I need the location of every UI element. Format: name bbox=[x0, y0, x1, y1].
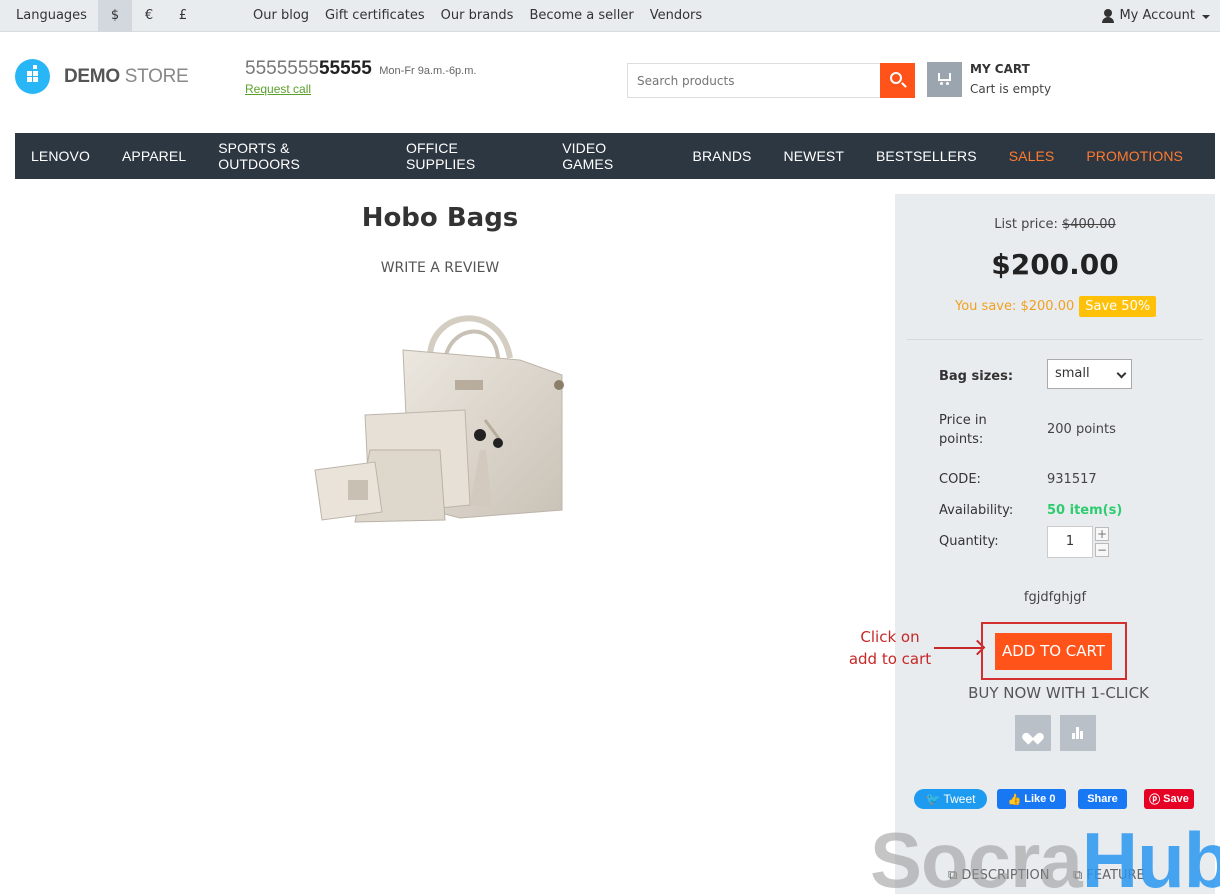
phone-block: 555555555555 Mon-Fr 9a.m.-6p.m. Request … bbox=[245, 58, 476, 96]
nav-newest[interactable]: NEWEST bbox=[783, 148, 844, 164]
working-hours: Mon-Fr 9a.m.-6p.m. bbox=[379, 65, 477, 77]
compare-button[interactable] bbox=[1060, 715, 1096, 751]
nav-sales[interactable]: SALES bbox=[1009, 148, 1055, 164]
cart-status: Cart is empty bbox=[970, 82, 1052, 96]
nav-sports-outdoors[interactable]: SPORTS & OUTDOORS bbox=[218, 140, 374, 172]
nav-office-supplies[interactable]: OFFICE SUPPLIES bbox=[406, 140, 530, 172]
annotation-arrow-icon bbox=[934, 647, 982, 649]
top-bar: Languages $ € £ Our blog Gift certificat… bbox=[0, 0, 1220, 32]
code-label: CODE: bbox=[939, 472, 981, 487]
cart-title: MY CART bbox=[970, 62, 1030, 76]
annotation-text: Click on add to cart bbox=[848, 628, 932, 668]
buy-one-click-link[interactable]: BUY NOW WITH 1-CLICK bbox=[895, 684, 1220, 702]
nav-bestsellers[interactable]: BESTSELLERS bbox=[876, 148, 977, 164]
facebook-like-button[interactable]: 👍 Like 0 bbox=[997, 789, 1066, 809]
product-title: Hobo Bags bbox=[361, 203, 519, 233]
user-icon bbox=[1101, 8, 1115, 23]
product-note: fgjdfghjgf bbox=[1023, 590, 1087, 605]
heart-icon bbox=[1026, 728, 1040, 738]
write-review-link[interactable]: WRITE A REVIEW bbox=[0, 260, 880, 276]
quantity-input[interactable]: 1 bbox=[1047, 526, 1093, 558]
wishlist-button[interactable] bbox=[1015, 715, 1051, 751]
size-label: Bag sizes: bbox=[939, 369, 1014, 384]
search-icon bbox=[890, 72, 902, 84]
phone-number: 555555555555 bbox=[245, 58, 372, 79]
quantity-increase-button[interactable]: + bbox=[1095, 527, 1109, 541]
product-image[interactable] bbox=[300, 300, 580, 530]
save-badge: Save 50% bbox=[1079, 296, 1157, 317]
cart-icon bbox=[938, 73, 951, 85]
pinterest-save-button[interactable]: ⓟ Save bbox=[1144, 789, 1194, 809]
quantity-decrease-button[interactable]: − bbox=[1095, 543, 1109, 557]
logo-icon bbox=[15, 59, 50, 94]
points-value: 200 points bbox=[1047, 422, 1116, 437]
nav-apparel[interactable]: APPAREL bbox=[122, 148, 186, 164]
product-price: $200.00 bbox=[991, 248, 1119, 281]
my-account-menu[interactable]: My Account bbox=[1101, 8, 1210, 23]
savings: You save: $200.00 Save 50% bbox=[955, 296, 1157, 317]
currency-gbp[interactable]: £ bbox=[166, 0, 200, 32]
main-nav: LENOVO APPAREL SPORTS & OUTDOORS OFFICE … bbox=[15, 133, 1215, 179]
availability-value: 50 item(s) bbox=[1047, 503, 1123, 518]
availability-label: Availability: bbox=[939, 503, 1014, 518]
nav-lenovo[interactable]: LENOVO bbox=[31, 148, 90, 164]
link-our-blog[interactable]: Our blog bbox=[253, 8, 309, 23]
chevron-down-icon bbox=[1202, 14, 1210, 19]
cart-icon-box bbox=[927, 62, 962, 97]
link-vendors[interactable]: Vendors bbox=[650, 8, 702, 23]
divider bbox=[907, 339, 1203, 340]
code-value: 931517 bbox=[1047, 472, 1097, 487]
search-input[interactable] bbox=[628, 64, 880, 97]
my-account-label: My Account bbox=[1119, 8, 1195, 23]
logo-text: DEMO STORE bbox=[64, 65, 189, 87]
facebook-share-button[interactable]: Share bbox=[1078, 789, 1127, 809]
languages-link[interactable]: Languages bbox=[16, 8, 87, 23]
points-label: Price in points: bbox=[939, 413, 987, 447]
tweet-button[interactable]: 🐦 Tweet bbox=[914, 789, 987, 809]
link-become-seller[interactable]: Become a seller bbox=[529, 8, 633, 23]
link-our-brands[interactable]: Our brands bbox=[441, 8, 514, 23]
store-logo[interactable]: DEMO STORE bbox=[15, 59, 189, 94]
search-button[interactable] bbox=[880, 63, 915, 98]
top-links: Our blog Gift certificates Our brands Be… bbox=[253, 8, 702, 23]
nav-brands[interactable]: BRANDS bbox=[693, 148, 752, 164]
list-price: List price: $400.00 bbox=[994, 217, 1116, 232]
mini-cart[interactable]: MY CART Cart is empty bbox=[927, 62, 1051, 97]
add-to-cart-button[interactable]: ADD TO CART bbox=[995, 633, 1112, 670]
nav-promotions[interactable]: PROMOTIONS bbox=[1086, 148, 1183, 164]
compare-icon bbox=[1072, 726, 1084, 739]
search-box bbox=[627, 63, 915, 98]
size-select[interactable]: small bbox=[1047, 359, 1132, 389]
request-call-link[interactable]: Request call bbox=[245, 82, 476, 96]
currency-usd[interactable]: $ bbox=[98, 0, 132, 32]
watermark-logo: SocraHub bbox=[870, 816, 1220, 894]
currency-eur[interactable]: € bbox=[132, 0, 166, 32]
chevron-down-icon bbox=[1116, 368, 1127, 379]
link-gift-certificates[interactable]: Gift certificates bbox=[325, 8, 425, 23]
quantity-label: Quantity: bbox=[939, 534, 999, 549]
nav-video-games[interactable]: VIDEO GAMES bbox=[562, 140, 660, 172]
